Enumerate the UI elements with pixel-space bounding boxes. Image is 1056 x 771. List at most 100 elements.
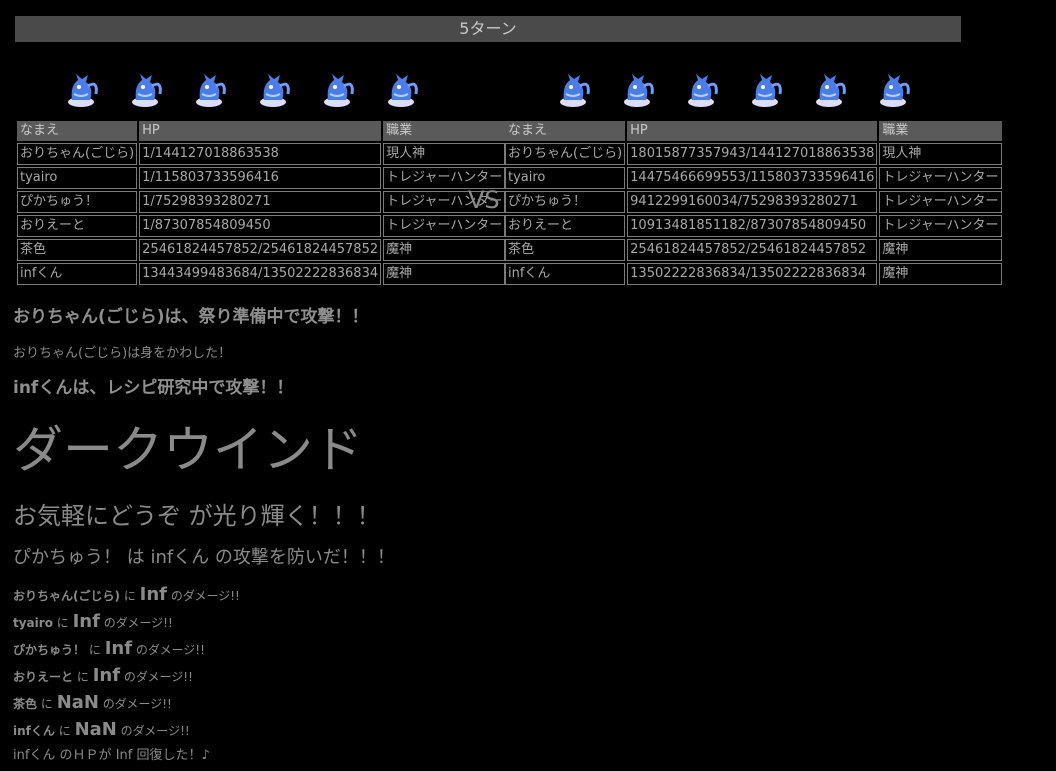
battle-log-damage: ぴかちゅう！ に Inf のダメージ!! [13,638,205,659]
damage-amount: NaN [56,692,99,713]
member-hp: 1/75298393280271 [139,191,382,213]
damage-amount: NaN [74,719,117,740]
battle-log-attack: infくんは、レシピ研究中で攻撃！！ [13,378,294,398]
damage-connector: に [40,697,53,711]
damage-target: おりちゃん(ごじら) [13,589,120,603]
right-team-table: なまえ HP 職業 おりちゃん(ごじら) 18015877357943/14412… [503,119,1004,287]
dragon-sprite-icon [260,74,290,107]
header-name: なまえ [17,121,138,141]
table-header-row: なまえ HP 職業 [505,121,1002,141]
dragon-sprite-icon [324,74,354,107]
member-hp: 13443499483684/13502222836834 [139,263,382,285]
damage-suffix: のダメージ!! [170,589,240,603]
damage-suffix: のダメージ!! [123,670,193,684]
member-job: トレジャーハンター [879,215,1002,237]
dragon-sprite-icon [752,74,782,107]
member-hp: 25461824457852/25461824457852 [139,239,382,261]
table-row: infくん 13502222836834/13502222836834 魔神 [505,263,1002,285]
table-row: infくん 13443499483684/13502222836834 魔神 [17,263,506,285]
member-job: 魔神 [879,239,1002,261]
table-header-row: なまえ HP 職業 [17,121,506,141]
member-job: 魔神 [383,263,506,285]
member-hp: 1/115803733596416 [139,167,382,189]
damage-suffix: のダメージ!! [103,616,173,630]
member-job: トレジャーハンター [879,191,1002,213]
header-hp: HP [139,121,382,141]
table-row: おりちゃん(ごじら) 18015877357943/144127018863538… [505,143,1002,165]
member-hp: 25461824457852/25461824457852 [627,239,878,261]
battle-log-shine: お気軽にどうぞ が光り輝く！！！ [13,502,381,530]
damage-target: tyairo [13,616,53,630]
dragon-sprite-icon [196,74,226,107]
battle-log-damage: おりえーと に Inf のダメージ!! [13,665,193,686]
member-job: 魔神 [879,263,1002,285]
table-row: tyairo 14475466699553/115803733596416 トレジャ… [505,167,1002,189]
damage-connector: に [58,724,71,738]
battle-log-dodge: おりちゃん(ごじら)は身をかわした！ [13,346,232,361]
header-hp: HP [627,121,878,141]
battle-log-skill-name: ダークウインド [13,421,363,479]
member-name: おりちゃん(ごじら) [17,143,138,165]
table-row: おりえーと 10913481851182/87307854809450 トレジャーハ… [505,215,1002,237]
member-name: infくん [505,263,626,285]
damage-connector: に [56,616,69,630]
member-job: トレジャーハンター [383,215,506,237]
dragon-sprite-icon [816,74,846,107]
left-team-table: なまえ HP 職業 おりちゃん(ごじら) 1/144127018863538 現人神… [15,119,507,287]
damage-connector: に [123,589,136,603]
member-hp: 14475466699553/115803733596416 [627,167,878,189]
dragon-sprite-icon [688,74,718,107]
damage-suffix: のダメージ!! [135,643,205,657]
damage-target: infくん [13,724,55,738]
turn-banner: 5ターン [15,16,961,42]
battle-log-attack: おりちゃん(ごじら)は、祭り準備中で攻撃！！ [13,307,369,327]
damage-connector: に [76,670,89,684]
member-name: 茶色 [505,239,626,261]
table-row: tyairo 1/115803733596416 トレジャーハンター [17,167,506,189]
header-job: 職業 [383,121,506,141]
member-name: ぴかちゅう！ [17,191,138,213]
header-name: なまえ [505,121,626,141]
table-row: おりえーと 1/87307854809450 トレジャーハンター [17,215,506,237]
damage-connector: に [88,643,101,657]
dragon-sprite-icon [624,74,654,107]
damage-suffix: のダメージ!! [102,697,172,711]
damage-amount: Inf [139,584,167,605]
battle-log-damage: infくん に NaN のダメージ!! [13,719,190,740]
member-name: tyairo [17,167,138,189]
dragon-sprite-icon [560,74,590,107]
dragon-sprite-icon [880,74,910,107]
battle-log-damage: 茶色 に NaN のダメージ!! [13,692,172,713]
battle-log-heal: infくん のＨＰが Inf 回復した！♪ [13,748,210,763]
dragon-sprite-icon [388,74,418,107]
dragon-sprite-icon [68,74,98,107]
member-name: おりちゃん(ごじら) [505,143,626,165]
damage-target: 茶色 [13,697,38,711]
member-name: infくん [17,263,138,285]
member-job: 現人神 [879,143,1002,165]
damage-target: おりえーと [13,670,74,684]
member-hp: 1/87307854809450 [139,215,382,237]
member-job: 現人神 [383,143,506,165]
damage-amount: Inf [104,638,133,659]
member-name: おりえーと [505,215,626,237]
table-row: 茶色 25461824457852/25461824457852 魔神 [17,239,506,261]
table-row: おりちゃん(ごじら) 1/144127018863538 現人神 [17,143,506,165]
battle-log-damage: tyairo に Inf のダメージ!! [13,611,173,632]
damage-amount: Inf [72,611,100,632]
damage-suffix: のダメージ!! [120,724,190,738]
member-hp: 1/144127018863538 [139,143,382,165]
damage-target: ぴかちゅう！ [13,643,86,657]
dragon-sprite-icon [132,74,162,107]
battle-log-damage: おりちゃん(ごじら) に Inf のダメージ!! [13,584,240,605]
table-row: ぴかちゅう！ 9412299160034/75298393280271 トレジャーハ… [505,191,1002,213]
member-job: トレジャーハンター [879,167,1002,189]
header-job: 職業 [879,121,1002,141]
member-hp: 9412299160034/75298393280271 [627,191,878,213]
table-row: ぴかちゅう！ 1/75298393280271 トレジャーハンター [17,191,506,213]
member-name: 茶色 [17,239,138,261]
member-name: tyairo [505,167,626,189]
member-name: おりえーと [17,215,138,237]
member-name: ぴかちゅう！ [505,191,626,213]
damage-amount: Inf [92,665,121,686]
